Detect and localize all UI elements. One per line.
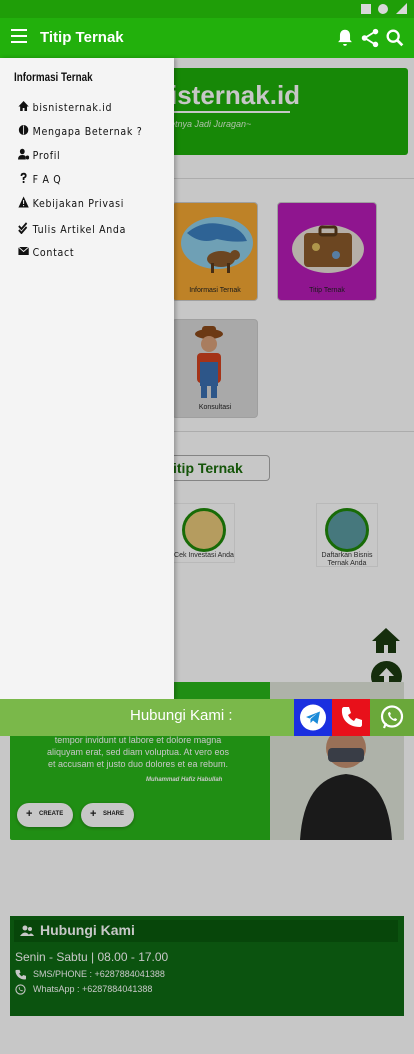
drawer-item-mengapa-beternak[interactable]: Mengapa Beternak ?	[18, 124, 142, 142]
drawer-item-label: Tulis Artikel Anda	[32, 223, 127, 236]
telegram-button[interactable]	[294, 699, 332, 736]
hubungi-kami-bar: Hubungi Kami :	[0, 699, 414, 736]
user-gear-icon	[18, 148, 30, 160]
app-screen: Titip Ternak isternak.id etnya Jadi Jura…	[0, 0, 414, 1054]
home-icon	[18, 101, 29, 111]
phone-icon	[341, 707, 362, 727]
drawer-item-tulis-artikel[interactable]: Tulis Artikel Anda	[18, 222, 126, 240]
notification-icon	[361, 4, 371, 14]
app-title: Titip Ternak	[40, 29, 124, 46]
app-bar: Titip Ternak	[0, 18, 414, 58]
status-bar	[0, 0, 414, 18]
drawer-item-label: Contact	[32, 246, 75, 259]
brain-icon	[18, 125, 29, 135]
hamburger-menu-icon[interactable]	[11, 29, 27, 47]
drawer-heading: Informasi Ternak	[14, 70, 93, 84]
drawer-item-home[interactable]: bisnisternak.id	[18, 100, 112, 118]
drawer-item-label: Profil	[32, 149, 61, 162]
phone-call-button[interactable]	[332, 699, 370, 736]
check-double-icon	[18, 222, 28, 234]
warning-icon	[18, 196, 29, 208]
envelope-icon	[18, 246, 30, 255]
navigation-drawer: Informasi Ternak bisnisternak.id Mengapa…	[0, 58, 174, 701]
telegram-icon	[300, 704, 326, 731]
question-icon	[20, 172, 27, 183]
drawer-item-label: Mengapa Beternak ?	[32, 125, 143, 138]
drawer-item-profil[interactable]: Profil	[18, 148, 60, 166]
hubungi-kami-label: Hubungi Kami :	[130, 707, 233, 724]
drawer-item-label: F A Q	[32, 173, 62, 186]
whatsapp-button[interactable]	[370, 699, 414, 736]
share-icon[interactable]	[359, 27, 381, 49]
bell-icon[interactable]	[334, 27, 356, 49]
search-icon[interactable]	[384, 27, 406, 49]
drawer-item-kebijakan-privasi[interactable]: Kebijakan Privasi	[18, 196, 124, 214]
drawer-item-label: bisnisternak.id	[32, 101, 113, 114]
drawer-item-faq[interactable]: F A Q	[18, 172, 61, 190]
drawer-item-contact[interactable]: Contact	[18, 245, 74, 263]
whatsapp-icon	[380, 705, 404, 729]
status-circle-icon	[378, 4, 388, 14]
drawer-item-label: Kebijakan Privasi	[32, 197, 125, 210]
signal-icon	[396, 3, 407, 14]
